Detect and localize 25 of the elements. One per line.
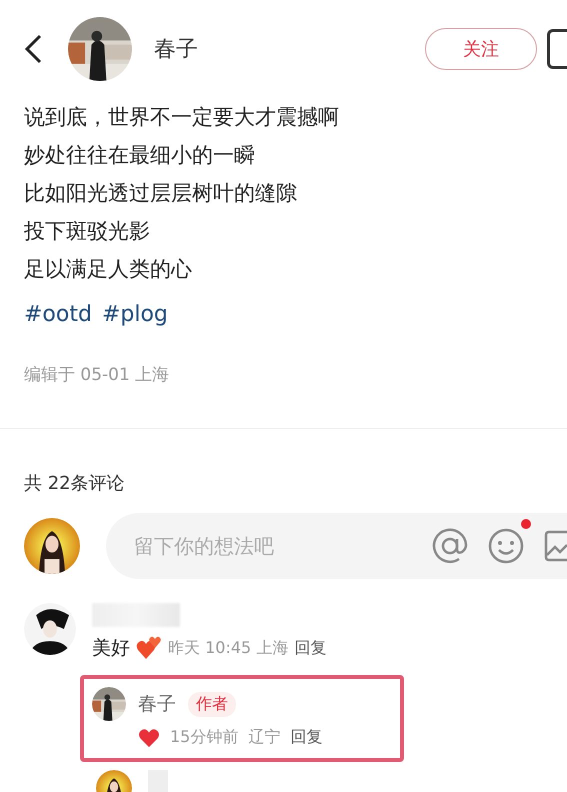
comment-meta: 昨天 10:45 上海	[168, 638, 288, 658]
comment-count: 共 22条评论	[23, 472, 126, 495]
reply-location: 辽宁	[248, 727, 280, 748]
hashtag-link[interactable]: #ootd	[24, 302, 92, 327]
post-text-line: 足以满足人类的心	[24, 256, 193, 283]
author-name[interactable]: 春子	[154, 34, 425, 64]
follow-button[interactable]: 关注	[425, 28, 537, 70]
reply-link[interactable]: 回复	[294, 638, 326, 658]
emoji-icon[interactable]	[487, 527, 525, 565]
reply-meta: 15分钟前	[170, 727, 238, 748]
edit-info: 编辑于 05-01 上海	[24, 364, 170, 386]
post-text-line: 比如阳光透过层层树叶的缝隙	[24, 180, 298, 207]
hashtag-link[interactable]: #plog	[102, 302, 168, 327]
mention-icon[interactable]	[431, 527, 469, 565]
share-icon[interactable]	[547, 29, 567, 69]
hearts-icon	[136, 636, 162, 660]
reply-link[interactable]: 回复	[290, 727, 322, 748]
post-text-line: 投下斑驳光影	[24, 218, 151, 245]
comment-input[interactable]: 留下你的想法吧	[132, 533, 413, 559]
author-badge: 作者	[188, 692, 236, 716]
post-text-line: 妙处往往在最细小的一瞬	[24, 142, 256, 169]
comment-text: 美好	[92, 636, 130, 661]
reply-author[interactable]: 春子	[138, 691, 176, 717]
post-text-line: 说到底，世界不一定要大才震撼啊	[24, 104, 340, 131]
heart-icon	[138, 728, 160, 748]
